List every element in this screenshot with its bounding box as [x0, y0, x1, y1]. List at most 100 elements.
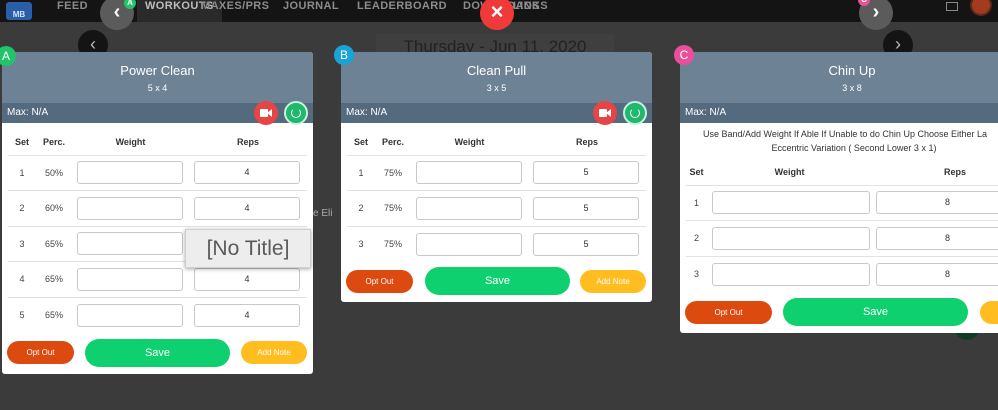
reps-input[interactable]: 8 [876, 262, 998, 286]
weight-input[interactable] [416, 232, 522, 256]
set-percent: 50% [36, 154, 72, 191]
max-bar: Max: N/A [2, 101, 313, 125]
weight-input[interactable] [77, 232, 183, 256]
reps-input[interactable]: 5 [533, 196, 639, 220]
set-number: 2 [8, 190, 36, 226]
add-note-button[interactable]: Add Note [580, 270, 646, 293]
max-value: Max: N/A [7, 107, 49, 118]
col-header-reps: Reps [944, 166, 967, 177]
table-row: 1 75% 5 [347, 154, 646, 191]
table-row: 3 8 [686, 255, 998, 292]
weight-input[interactable] [416, 161, 522, 185]
table-row: 1 8 [686, 184, 998, 221]
weight-input[interactable] [712, 262, 871, 286]
set-percent: 75% [375, 154, 411, 191]
set-percent: 65% [36, 296, 72, 333]
exercise-sets: 3 x 5 [486, 83, 507, 93]
set-percent: 65% [36, 261, 72, 297]
nav-item-links[interactable]: LINKS [513, 0, 548, 22]
exercise-card-chin-up: Chin Up 3 x 8 Max: N/A Use Band/Add Weig… [680, 52, 998, 333]
reps-input[interactable]: 8 [876, 226, 998, 250]
exercise-sets: 5 x 4 [147, 83, 168, 93]
video-camera-icon[interactable] [593, 101, 617, 125]
nav-item-feed[interactable]: FEED [57, 0, 88, 22]
col-header-set: Set [14, 136, 29, 147]
exercise-card-power-clean: Power Clean 5 x 4 Max: N/A Set Perc. Wei… [2, 52, 313, 374]
sets-table: Set Perc. Weight Reps 1 75% 5 2 75% 5 3 … [347, 129, 646, 262]
set-number: 5 [8, 296, 36, 333]
reps-input[interactable]: 5 [533, 161, 639, 185]
refresh-icon[interactable] [284, 101, 308, 125]
reps-input[interactable]: 8 [876, 191, 998, 215]
exercise-sets: 3 x 8 [842, 83, 862, 93]
exercise-title: Chin Up [828, 63, 876, 78]
max-bar: Max: N/A [680, 103, 998, 123]
col-header-perc: Perc. [381, 136, 405, 147]
max-bar: Max: N/A [341, 101, 652, 125]
set-percent: 60% [36, 190, 72, 226]
card-header: Chin Up 3 x 8 [680, 52, 998, 103]
col-header-weight: Weight [115, 136, 146, 147]
weight-input[interactable] [77, 267, 183, 291]
save-button[interactable]: Save [783, 298, 968, 326]
col-header-set: Set [353, 136, 368, 147]
weight-input[interactable] [77, 196, 183, 220]
save-button[interactable]: Save [425, 267, 570, 295]
set-number: 3 [347, 225, 375, 262]
badge-letter: B [339, 48, 348, 62]
badge-letter: A [1, 49, 10, 63]
refresh-icon[interactable] [623, 101, 647, 125]
table-row: 3 75% 5 [347, 225, 646, 262]
add-note-button[interactable] [980, 301, 998, 324]
reps-input[interactable]: 5 [533, 232, 639, 256]
reps-input[interactable]: 4 [194, 303, 300, 327]
col-header-reps: Reps [575, 136, 598, 147]
opt-out-button[interactable]: Opt Out [685, 301, 772, 324]
card-letter-badge-c: C [674, 45, 694, 65]
nav-item-leaderboard[interactable]: LEADERBOARD [357, 0, 447, 22]
weight-input[interactable] [712, 226, 871, 250]
opt-out-button[interactable]: Opt Out [346, 270, 413, 293]
set-number: 3 [8, 225, 36, 262]
exercise-note-line-2: Eccentric Variation ( Second Lower 3 x 1… [771, 143, 937, 153]
set-number: 2 [347, 190, 375, 226]
background-date-header: Thursday - Jun 11, 2020 [376, 34, 614, 52]
exercise-card-clean-pull: Clean Pull 3 x 5 Max: N/A Set Perc. Weig… [341, 52, 652, 302]
reps-input[interactable]: 4 [194, 161, 300, 185]
badge-letter: C [679, 48, 689, 62]
avatar[interactable] [970, 0, 992, 16]
exercise-title: Power Clean [120, 63, 195, 78]
opt-out-button[interactable]: Opt Out [7, 341, 74, 364]
set-number: 2 [686, 220, 708, 256]
reps-input[interactable]: 4 [194, 267, 300, 291]
video-camera-icon[interactable] [254, 101, 278, 125]
set-number: 1 [347, 154, 375, 191]
set-number: 1 [8, 154, 36, 191]
reps-input[interactable]: 4 [194, 196, 300, 220]
col-header-perc: Perc. [42, 136, 66, 147]
tooltip: [No Title] [185, 229, 311, 268]
nav-item-maxes[interactable]: MAXES/PRS [201, 0, 269, 22]
set-number: 1 [686, 184, 708, 221]
table-row: 2 8 [686, 220, 998, 256]
col-header-reps: Reps [236, 136, 259, 147]
card-letter-badge-b: B [334, 45, 354, 65]
table-row: 2 75% 5 [347, 190, 646, 226]
mail-icon[interactable] [946, 2, 958, 11]
weight-input[interactable] [712, 191, 871, 215]
add-note-button[interactable]: Add Note [241, 341, 307, 364]
table-row: 2 60% 4 [8, 190, 307, 226]
close-button[interactable]: × [480, 0, 514, 30]
set-number: 3 [686, 255, 708, 292]
col-header-set: Set [689, 166, 704, 177]
card-header: Power Clean 5 x 4 [2, 52, 313, 103]
set-number: 4 [8, 261, 36, 297]
card-header: Clean Pull 3 x 5 [341, 52, 652, 103]
max-value: Max: N/A [685, 107, 727, 118]
nav-item-journal[interactable]: JOURNAL [283, 0, 339, 22]
save-button[interactable]: Save [85, 339, 230, 367]
col-header-weight: Weight [774, 166, 805, 177]
weight-input[interactable] [77, 303, 183, 327]
weight-input[interactable] [77, 161, 183, 185]
weight-input[interactable] [416, 196, 522, 220]
